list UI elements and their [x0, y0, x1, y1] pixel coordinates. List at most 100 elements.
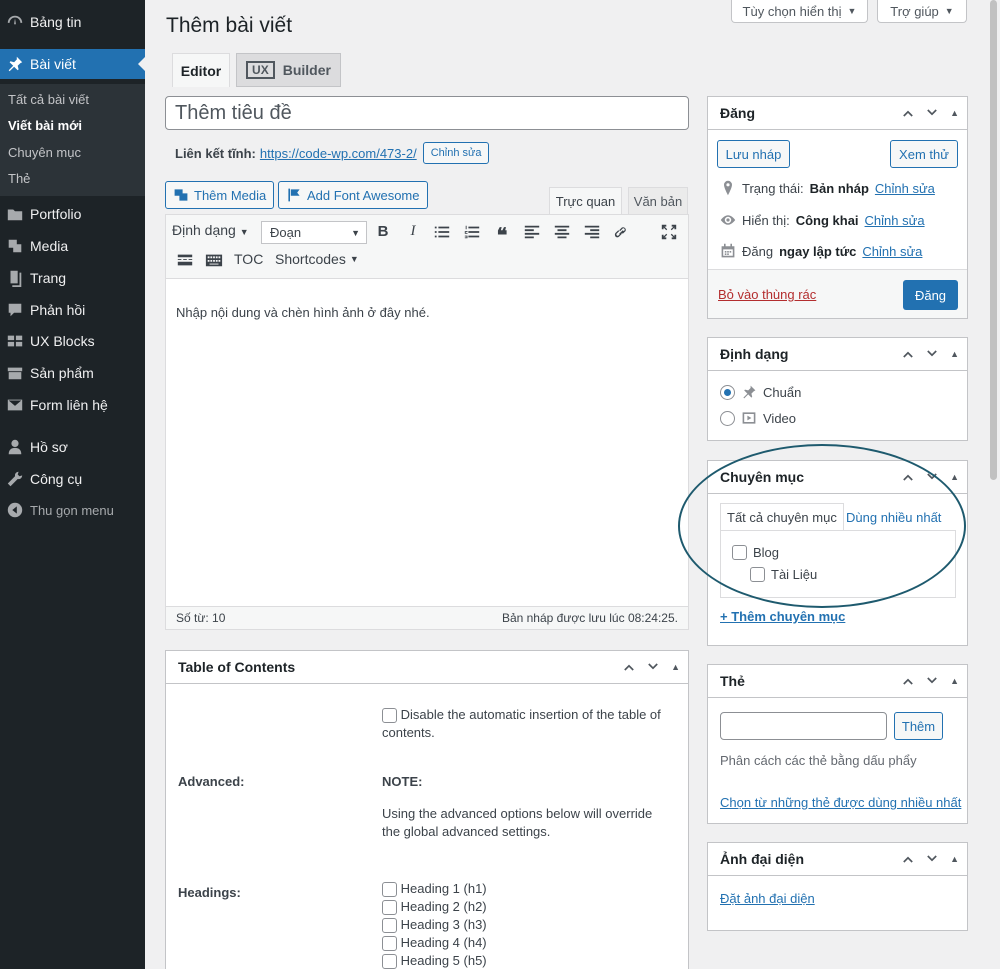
tab-all-categories[interactable]: Tất cả chuyên mục	[720, 503, 844, 531]
toggle-panel-icon[interactable]: ▲	[671, 662, 680, 672]
tab-editor[interactable]: Editor	[172, 53, 230, 87]
tab-visual[interactable]: Trực quan	[549, 187, 622, 215]
category-checkbox[interactable]	[732, 545, 747, 560]
content-editor-area[interactable]: Nhập nội dung và chèn hình ảnh ở đây nhé…	[176, 305, 430, 320]
menu-item-profile[interactable]: Hồ sơ	[0, 432, 145, 462]
move-up-icon[interactable]	[900, 346, 916, 362]
move-up-icon[interactable]	[900, 673, 916, 689]
disable-toc-checkbox[interactable]	[382, 708, 397, 724]
categories-header[interactable]: Chuyên mục ▲	[708, 461, 967, 494]
publish-header[interactable]: Đăng ▲	[708, 97, 967, 130]
post-title-input[interactable]	[165, 96, 689, 130]
insert-link-button[interactable]	[611, 223, 631, 241]
category-checkbox[interactable]	[750, 567, 765, 582]
edit-visibility-link[interactable]: Chỉnh sửa	[865, 213, 925, 228]
move-to-trash-link[interactable]: Bỏ vào thùng rác	[718, 287, 816, 302]
menu-item-posts[interactable]: Bài viết	[0, 49, 145, 79]
edit-schedule-link[interactable]: Chỉnh sửa	[862, 244, 922, 259]
move-up-icon[interactable]	[621, 659, 637, 675]
scrollbar-thumb[interactable]	[990, 0, 997, 480]
submenu-tags[interactable]: Thẻ	[8, 171, 30, 186]
move-down-icon[interactable]	[645, 659, 661, 675]
fullscreen-button[interactable]	[659, 223, 679, 241]
move-down-icon[interactable]	[924, 469, 940, 485]
menu-item-comments[interactable]: Phản hồi	[0, 295, 145, 325]
menu-item-pages[interactable]: Trang	[0, 263, 145, 293]
menu-item-media[interactable]: Media	[0, 231, 145, 261]
menu-item-products[interactable]: Sản phẩm	[0, 358, 145, 388]
toggle-panel-icon[interactable]: ▲	[950, 854, 959, 864]
save-draft-button[interactable]: Lưu nháp	[717, 140, 790, 168]
pin-icon	[0, 55, 30, 73]
align-left-button[interactable]	[522, 223, 542, 241]
submenu-categories[interactable]: Chuyên mục	[8, 145, 81, 160]
move-up-icon[interactable]	[900, 851, 916, 867]
add-tag-button[interactable]: Thêm	[894, 712, 943, 740]
tags-header[interactable]: Thẻ ▲	[708, 665, 967, 698]
menu-item-ux-blocks[interactable]: UX Blocks	[0, 326, 145, 356]
collapse-menu-button[interactable]: Thu gọn menu	[0, 495, 145, 525]
blockquote-button[interactable]: ❝	[492, 223, 512, 248]
format-dropdown[interactable]: Định dạng ▼	[172, 222, 249, 238]
move-down-icon[interactable]	[924, 673, 940, 689]
toggle-panel-icon[interactable]: ▲	[950, 108, 959, 118]
format-radio-standard[interactable]	[720, 384, 735, 400]
align-center-button[interactable]	[552, 223, 572, 241]
toggle-panel-icon[interactable]: ▲	[950, 349, 959, 359]
toggle-panel-icon[interactable]: ▲	[950, 676, 959, 686]
move-up-icon[interactable]	[900, 469, 916, 485]
submenu-add-new[interactable]: Viết bài mới	[8, 118, 82, 133]
add-media-button[interactable]: Thêm Media	[165, 181, 275, 209]
disable-toc-label: Disable the automatic insertion of the t…	[382, 707, 661, 740]
menu-item-contact-form[interactable]: Form liên hệ	[0, 390, 145, 420]
screen-options-button[interactable]: Tùy chọn hiển thị ▼	[731, 0, 868, 23]
tab-ux-builder[interactable]: UX Builder	[236, 53, 341, 87]
read-more-button[interactable]	[175, 251, 195, 269]
status-value: Bản nháp	[809, 180, 869, 196]
help-button[interactable]: Trợ giúp ▼	[877, 0, 967, 23]
ux-logo-icon: UX	[246, 61, 275, 79]
bold-button[interactable]: B	[373, 223, 393, 240]
permalink-url[interactable]: https://code-wp.com/473-2/	[260, 146, 417, 161]
tab-text[interactable]: Văn bản	[628, 187, 688, 215]
bullet-list-button[interactable]	[432, 223, 452, 241]
align-right-button[interactable]	[582, 223, 602, 241]
add-category-link[interactable]: + Thêm chuyên mục	[720, 609, 845, 624]
menu-item-portfolio[interactable]: Portfolio	[0, 199, 145, 229]
publish-button[interactable]: Đăng	[903, 280, 958, 310]
schedule-value: ngay lập tức	[779, 243, 857, 259]
menu-item-dashboard[interactable]: Bảng tin	[0, 7, 145, 37]
preview-button[interactable]: Xem thử	[890, 140, 958, 168]
featured-image-header[interactable]: Ảnh đại diện ▲	[708, 843, 967, 876]
move-up-icon[interactable]	[900, 105, 916, 121]
heading-checkbox[interactable]	[382, 918, 397, 934]
heading-checkbox[interactable]	[382, 954, 397, 969]
paragraph-select[interactable]: Đoạn ▼	[261, 221, 367, 244]
mail-icon	[0, 396, 30, 414]
edit-status-link[interactable]: Chỉnh sửa	[875, 181, 935, 196]
add-font-awesome-button[interactable]: Add Font Awesome	[278, 181, 428, 209]
shortcodes-dropdown[interactable]: Shortcodes ▼	[275, 251, 359, 267]
italic-button[interactable]: I	[403, 223, 423, 240]
choose-tags-link[interactable]: Chọn từ những thẻ được dùng nhiều nhất	[720, 795, 961, 810]
format-header[interactable]: Định dạng ▲	[708, 338, 967, 371]
set-featured-image-link[interactable]: Đặt ảnh đại diện	[720, 891, 815, 906]
format-radio-video[interactable]	[720, 410, 735, 426]
heading-checkbox[interactable]	[382, 882, 397, 898]
tag-input[interactable]	[720, 712, 887, 740]
submenu-all-posts[interactable]: Tất cả bài viết	[8, 92, 89, 107]
toolbar-toggle-button[interactable]	[204, 251, 224, 269]
caret-down-icon: ▼	[351, 227, 360, 238]
toc-header[interactable]: Table of Contents ▲	[166, 651, 688, 684]
toc-button[interactable]: TOC	[234, 251, 263, 267]
move-down-icon[interactable]	[924, 105, 940, 121]
tab-most-used[interactable]: Dùng nhiều nhất	[840, 503, 947, 531]
move-down-icon[interactable]	[924, 346, 940, 362]
heading-checkbox[interactable]	[382, 936, 397, 952]
toggle-panel-icon[interactable]: ▲	[950, 472, 959, 482]
heading-checkbox[interactable]	[382, 900, 397, 916]
menu-item-tools[interactable]: Công cụ	[0, 464, 145, 494]
move-down-icon[interactable]	[924, 851, 940, 867]
numbered-list-button[interactable]	[462, 223, 482, 241]
edit-permalink-button[interactable]: Chỉnh sửa	[422, 142, 490, 164]
